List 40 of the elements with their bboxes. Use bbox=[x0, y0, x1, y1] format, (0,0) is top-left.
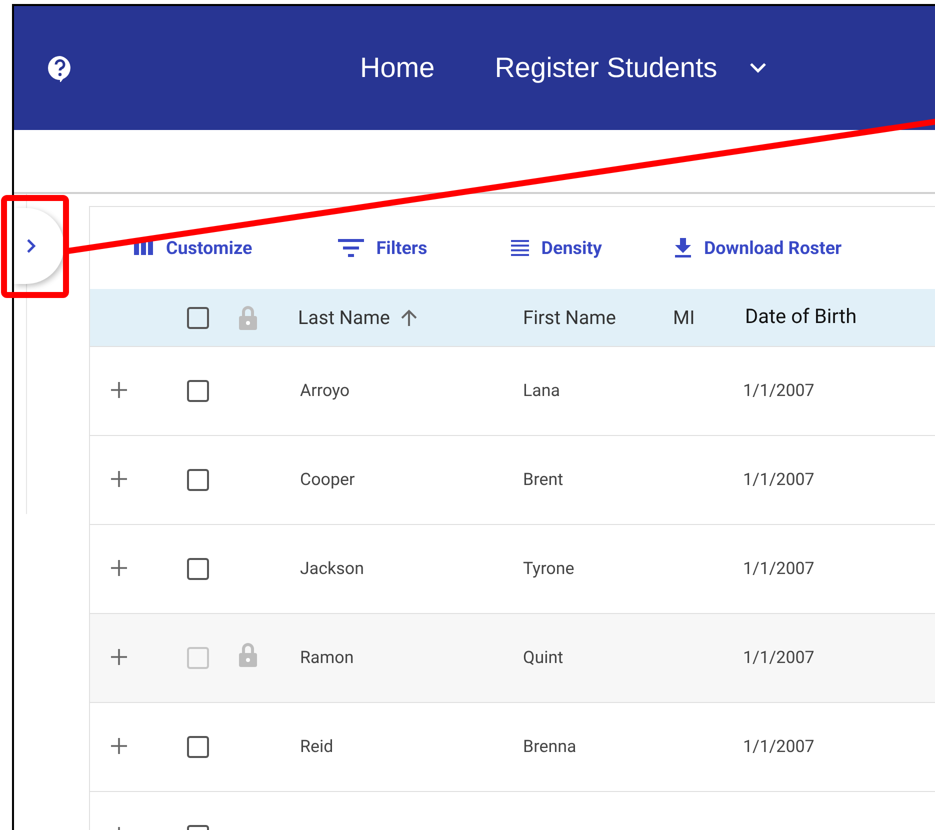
last-name-cell: Ramon bbox=[300, 648, 354, 668]
checkbox[interactable] bbox=[187, 380, 209, 402]
filter-icon bbox=[338, 239, 364, 257]
first-name-cell: Brent bbox=[523, 470, 564, 490]
column-header[interactable]: Date of Birth bbox=[745, 304, 857, 328]
sidebar-toggle[interactable] bbox=[14, 208, 64, 284]
toolbar-button[interactable]: Download Roster bbox=[666, 232, 850, 264]
toolbar-button[interactable]: Density bbox=[503, 232, 610, 264]
toolbar-button[interactable]: Customize bbox=[126, 232, 260, 264]
last-name-cell: Cooper bbox=[300, 470, 355, 490]
home-link[interactable]: Home bbox=[360, 52, 435, 84]
checkbox[interactable] bbox=[187, 736, 209, 758]
select-all-checkbox[interactable] bbox=[187, 306, 209, 328]
column-header[interactable]: MI bbox=[673, 306, 695, 329]
chevron-down-icon bbox=[749, 62, 768, 74]
first-name-cell: Quint bbox=[523, 648, 564, 668]
checkbox[interactable] bbox=[187, 469, 209, 491]
toolbar-button[interactable]: Filters bbox=[330, 232, 436, 264]
date-of-birth-cell: 1/1/2007 bbox=[743, 381, 814, 401]
first-name-cell: Brenna bbox=[523, 737, 576, 757]
lock-icon bbox=[238, 642, 258, 668]
chevron-right-icon bbox=[26, 238, 36, 254]
column-header[interactable]: First Name bbox=[523, 306, 616, 329]
date-of-birth-cell: 1/1/2007 bbox=[743, 737, 814, 757]
column-header[interactable]: Last Name bbox=[298, 306, 390, 329]
last-name-cell: Reid bbox=[300, 737, 334, 757]
date-of-birth-cell: 1/1/2007 bbox=[743, 648, 814, 668]
date-of-birth-cell: 1/1/2007 bbox=[743, 470, 814, 490]
download-icon bbox=[674, 238, 692, 258]
last-name-cell: Arroyo bbox=[300, 381, 350, 401]
columns-icon bbox=[134, 241, 154, 255]
register-students-menu[interactable]: Register Students bbox=[494, 52, 768, 84]
last-name-cell: Jackson bbox=[300, 559, 364, 579]
date-of-birth-cell: 1/1/2007 bbox=[743, 559, 814, 579]
first-name-cell: Tyrone bbox=[523, 559, 574, 579]
first-name-cell: Lana bbox=[523, 381, 560, 401]
lock-icon bbox=[238, 304, 258, 330]
checkbox[interactable] bbox=[187, 558, 209, 580]
sort-ascending-icon[interactable] bbox=[400, 308, 418, 326]
density-icon bbox=[511, 240, 530, 256]
